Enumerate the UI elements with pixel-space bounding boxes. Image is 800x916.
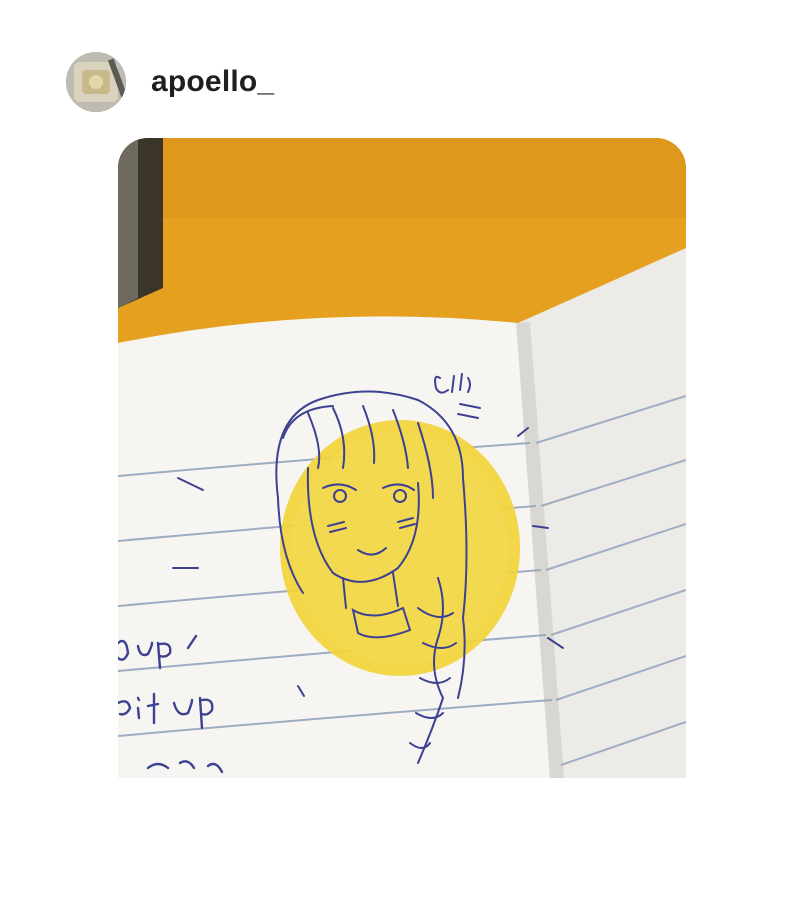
post-header: apoello_ xyxy=(66,52,274,112)
avatar[interactable] xyxy=(66,52,126,112)
sketch-photo-icon xyxy=(118,138,686,778)
post-image[interactable] xyxy=(118,138,686,778)
profile-photo-icon xyxy=(66,52,126,112)
username[interactable]: apoello_ xyxy=(151,65,274,99)
